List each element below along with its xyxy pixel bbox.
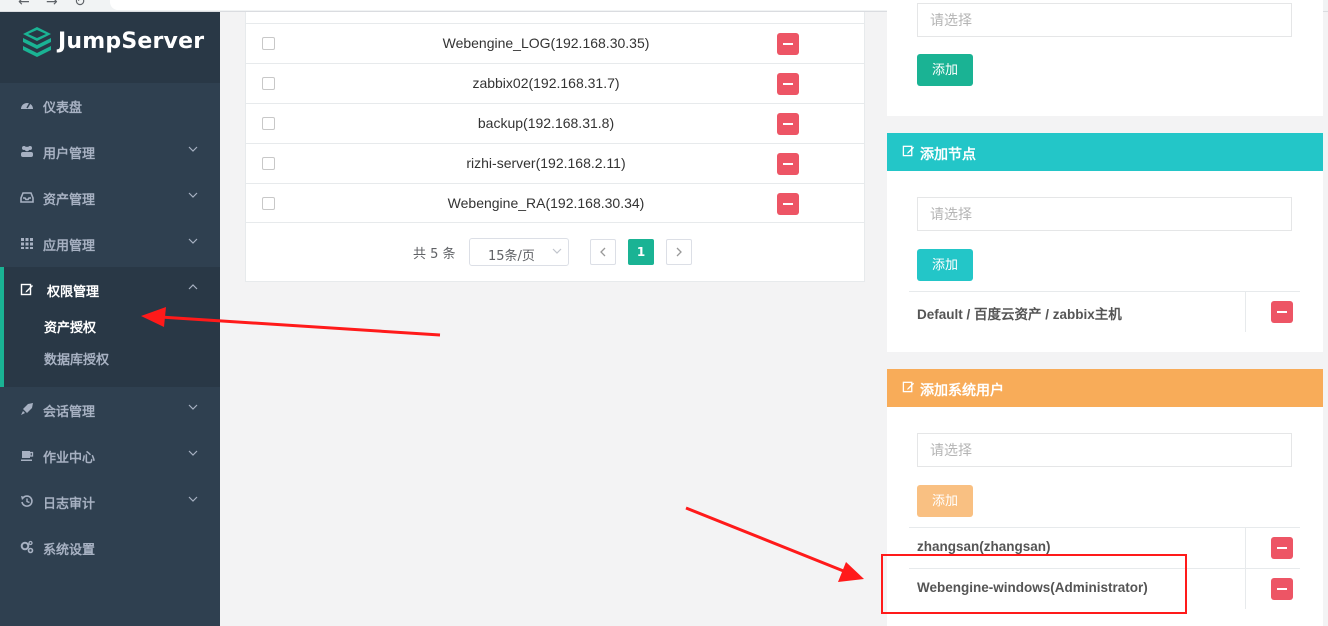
edit-icon	[902, 380, 915, 397]
inbox-icon	[20, 190, 34, 204]
add-asset-button[interactable]: 添加	[917, 54, 973, 86]
panel-title: 添加系统用户	[920, 383, 1004, 399]
remove-system-user-button[interactable]	[1271, 578, 1293, 600]
sidebar-item-job-center[interactable]: 作业中心	[0, 433, 220, 479]
add-node-panel: 添加节点 添加 Default / 百度云资产 / zabbix主机	[887, 133, 1323, 352]
sidebar-item-applications[interactable]: 应用管理	[0, 221, 220, 267]
chevron-down-icon	[188, 144, 198, 154]
node-select-input[interactable]	[917, 197, 1292, 231]
brand-name: JumpServer	[58, 29, 205, 54]
page-size-select[interactable]: 15条/页	[469, 238, 569, 266]
chevron-down-icon	[188, 494, 198, 504]
asset-name: rizhi-server(192.168.2.11)	[466, 155, 626, 171]
table-row: zabbix02(192.168.31.7)	[246, 63, 864, 103]
sidebar-item-permissions[interactable]: 权限管理	[0, 267, 220, 313]
annotation-highlight-box	[881, 554, 1187, 614]
panel-title: 添加节点	[920, 147, 976, 163]
coffee-icon	[20, 448, 34, 462]
next-page-button[interactable]	[666, 239, 692, 265]
node-path: Default / 百度云资产 / zabbix主机	[917, 307, 1122, 322]
dashboard-icon	[20, 98, 34, 112]
asset-select-input[interactable]	[917, 3, 1292, 37]
grid-icon	[20, 236, 34, 250]
remove-asset-button[interactable]	[777, 73, 799, 95]
remove-asset-button[interactable]	[777, 33, 799, 55]
remove-system-user-button[interactable]	[1271, 537, 1293, 559]
table-row: rizhi-server(192.168.2.11)	[246, 143, 864, 183]
annotation-arrow-line	[685, 506, 847, 574]
prev-page-button[interactable]	[590, 239, 616, 265]
sidebar: JumpServer 仪表盘 用户管理 资产管理 应用管理 权限管理 资产授权 …	[0, 12, 220, 626]
table-row: Webengine_LOG(192.168.30.35)	[246, 23, 864, 63]
row-checkbox[interactable]	[262, 197, 275, 210]
add-node-header: 添加节点	[887, 133, 1323, 171]
table-row: backup(192.168.31.8)	[246, 103, 864, 143]
chevron-up-icon	[188, 282, 198, 292]
row-checkbox[interactable]	[262, 157, 275, 170]
sidebar-subitem-database-permission[interactable]: 数据库授权	[44, 349, 109, 368]
remove-asset-button[interactable]	[777, 153, 799, 175]
row-checkbox[interactable]	[262, 37, 275, 50]
sidebar-subitem-asset-permission[interactable]: 资产授权	[44, 317, 96, 336]
add-asset-panel: 添加	[887, 0, 1323, 116]
add-system-user-button[interactable]: 添加	[917, 485, 973, 517]
pagination-total: 共 5 条	[413, 247, 456, 262]
asset-name: backup(192.168.31.8)	[477, 115, 615, 131]
chevron-down-icon	[188, 448, 198, 458]
jumpserver-logo-icon	[23, 27, 51, 57]
remove-asset-button[interactable]	[777, 113, 799, 135]
edit-icon	[20, 282, 34, 296]
history-icon	[20, 494, 34, 508]
page-number-current[interactable]: 1	[628, 239, 654, 265]
chevron-down-icon	[188, 190, 198, 200]
system-user-name: zhangsan(zhangsan)	[917, 539, 1051, 554]
chevron-down-icon	[552, 246, 562, 259]
cogs-icon	[20, 540, 34, 554]
list-item: Default / 百度云资产 / zabbix主机	[909, 291, 1300, 332]
table-row: Webengine_RA(192.168.30.34)	[246, 183, 864, 223]
system-user-select-input[interactable]	[917, 433, 1292, 467]
asset-list-panel: Webengine_LOG(192.168.30.35) zabbix02(19…	[245, 12, 865, 282]
sidebar-item-sessions[interactable]: 会话管理	[0, 387, 220, 433]
logo[interactable]: JumpServer	[0, 12, 220, 83]
row-checkbox[interactable]	[262, 77, 275, 90]
chevron-down-icon	[188, 236, 198, 246]
asset-name: Webengine_RA(192.168.30.34)	[447, 195, 645, 211]
chevron-down-icon	[188, 402, 198, 412]
add-node-button[interactable]: 添加	[917, 249, 973, 281]
reload-icon[interactable]: ↻	[74, 0, 86, 10]
sidebar-item-audit-logs[interactable]: 日志审计	[0, 479, 220, 525]
sidebar-group-permissions: 权限管理 资产授权 数据库授权	[0, 267, 220, 387]
add-system-user-header: 添加系统用户	[887, 369, 1323, 407]
pagination: 共 5 条 15条/页 1	[246, 237, 864, 267]
edit-icon	[902, 144, 915, 161]
back-icon[interactable]: ←	[18, 0, 30, 10]
sidebar-item-users[interactable]: 用户管理	[0, 129, 220, 175]
row-checkbox[interactable]	[262, 117, 275, 130]
sidebar-item-system-settings[interactable]: 系统设置	[0, 525, 220, 571]
asset-name: zabbix02(192.168.31.7)	[472, 75, 620, 91]
remove-asset-button[interactable]	[777, 193, 799, 215]
asset-name: Webengine_LOG(192.168.30.35)	[442, 35, 650, 51]
sidebar-item-assets[interactable]: 资产管理	[0, 175, 220, 221]
users-icon	[20, 144, 34, 158]
rocket-icon	[20, 402, 34, 416]
forward-icon[interactable]: →	[46, 0, 58, 10]
annotation-arrow-head	[838, 562, 864, 582]
sidebar-item-dashboard[interactable]: 仪表盘	[0, 83, 220, 129]
remove-node-button[interactable]	[1271, 301, 1293, 323]
